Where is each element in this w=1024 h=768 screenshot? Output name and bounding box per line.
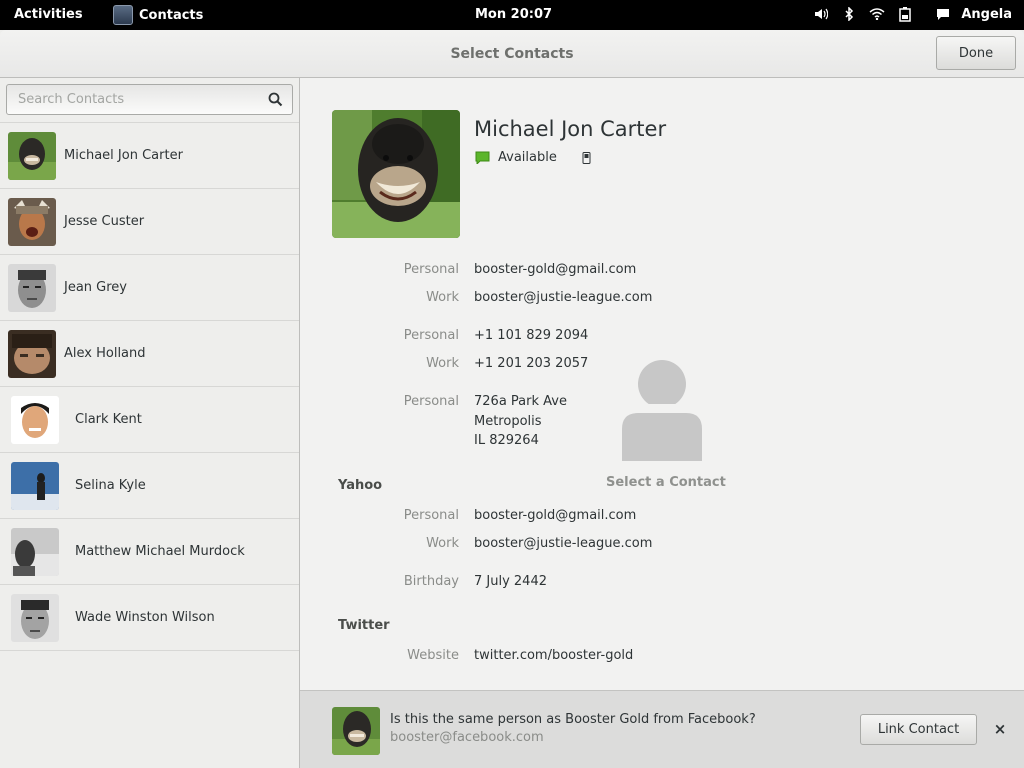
presence-status: Available bbox=[475, 150, 557, 165]
website-label: Website bbox=[407, 648, 459, 663]
link-contact-button[interactable]: Link Contact bbox=[860, 714, 977, 745]
app-menu[interactable]: Contacts bbox=[113, 5, 203, 25]
select-contact-placeholder: Select a Contact bbox=[606, 357, 726, 490]
battery-icon[interactable] bbox=[897, 6, 913, 22]
select-contact-label: Select a Contact bbox=[606, 475, 726, 490]
contact-name: Selina Kyle bbox=[75, 478, 146, 493]
email-label: Work bbox=[426, 536, 459, 551]
search-icon[interactable] bbox=[268, 92, 283, 107]
avatar bbox=[11, 462, 59, 510]
top-bar: Activities Contacts Mon 20:07 Angela bbox=[0, 0, 1024, 30]
list-item-wade-winston-wilson[interactable]: Wade Winston Wilson bbox=[0, 585, 299, 651]
close-icon[interactable]: × bbox=[993, 722, 1007, 737]
done-button[interactable]: Done bbox=[936, 36, 1016, 70]
bluetooth-icon[interactable] bbox=[841, 6, 857, 22]
activities-button[interactable]: Activities bbox=[14, 7, 83, 22]
chat-icon bbox=[935, 6, 951, 22]
avatar bbox=[8, 330, 56, 378]
contacts-sidebar: Michael Jon Carter Jesse Custer Jean Gre… bbox=[0, 78, 300, 768]
phone-value[interactable]: +1 201 203 2057 bbox=[474, 354, 588, 374]
contact-name: Matthew Michael Murdock bbox=[75, 544, 245, 559]
contact-name: Jean Grey bbox=[64, 280, 127, 295]
address-value[interactable]: 726a Park Ave Metropolis IL 829264 bbox=[474, 392, 567, 451]
address-line-3: IL 829264 bbox=[474, 433, 539, 448]
twitter-section-heading: Twitter bbox=[338, 618, 390, 633]
list-item-michael-jon-carter[interactable]: Michael Jon Carter bbox=[0, 123, 299, 189]
window-title: Select Contacts bbox=[450, 46, 574, 62]
mobile-phone-icon bbox=[582, 152, 591, 164]
email-label: Personal bbox=[403, 262, 459, 277]
email-value[interactable]: booster@justie-league.com bbox=[474, 288, 652, 308]
address-line-2: Metropolis bbox=[474, 413, 542, 429]
website-link[interactable]: twitter.com/booster-gold bbox=[474, 646, 633, 666]
list-item-clark-kent[interactable]: Clark Kent bbox=[0, 387, 299, 453]
user-menu[interactable]: Angela bbox=[935, 6, 1012, 22]
contact-full-name: Michael Jon Carter bbox=[474, 117, 667, 141]
avatar bbox=[8, 132, 56, 180]
address-line-1: 726a Park Ave bbox=[474, 394, 567, 409]
yahoo-section-heading: Yahoo bbox=[338, 478, 383, 493]
list-item-jean-grey[interactable]: Jean Grey bbox=[0, 255, 299, 321]
contact-list: Michael Jon Carter Jesse Custer Jean Gre… bbox=[0, 122, 299, 651]
avatar bbox=[11, 528, 59, 576]
contact-name: Wade Winston Wilson bbox=[75, 610, 215, 625]
suggested-email: booster@facebook.com bbox=[390, 730, 544, 745]
chat-available-icon bbox=[475, 151, 490, 164]
user-name: Angela bbox=[961, 6, 1012, 22]
contact-name: Alex Holland bbox=[64, 346, 146, 361]
list-item-alex-holland[interactable]: Alex Holland bbox=[0, 321, 299, 387]
system-tray: Angela bbox=[813, 6, 1012, 22]
presence-label: Available bbox=[498, 150, 557, 165]
email-value[interactable]: booster-gold@gmail.com bbox=[474, 260, 636, 280]
contacts-app-icon bbox=[113, 5, 133, 25]
search-box bbox=[6, 84, 293, 115]
phone-value[interactable]: +1 101 829 2094 bbox=[474, 326, 588, 346]
phone-label: Personal bbox=[403, 328, 459, 343]
avatar bbox=[11, 396, 59, 444]
contact-photo[interactable] bbox=[332, 110, 460, 238]
email-label: Work bbox=[426, 290, 459, 305]
suggested-contact-avatar bbox=[332, 707, 380, 755]
avatar bbox=[11, 594, 59, 642]
list-item-selina-kyle[interactable]: Selina Kyle bbox=[0, 453, 299, 519]
birthday-value: 7 July 2442 bbox=[474, 574, 547, 589]
header-bar: Select Contacts Done bbox=[0, 30, 1024, 78]
email-value[interactable]: booster@justie-league.com bbox=[474, 534, 652, 554]
volume-icon[interactable] bbox=[813, 6, 829, 22]
list-item-matthew-michael-murdock[interactable]: Matthew Michael Murdock bbox=[0, 519, 299, 585]
contact-name: Clark Kent bbox=[75, 412, 142, 427]
wifi-icon[interactable] bbox=[869, 6, 885, 22]
email-value[interactable]: booster-gold@gmail.com bbox=[474, 506, 636, 526]
app-name: Contacts bbox=[139, 7, 204, 23]
clock[interactable]: Mon 20:07 bbox=[475, 7, 552, 22]
list-item-jesse-custer[interactable]: Jesse Custer bbox=[0, 189, 299, 255]
link-question: Is this the same person as Booster Gold … bbox=[390, 712, 756, 727]
phone-label: Work bbox=[426, 356, 459, 371]
contact-name: Jesse Custer bbox=[64, 214, 145, 229]
address-label: Personal bbox=[403, 394, 459, 409]
contact-name: Michael Jon Carter bbox=[64, 148, 183, 163]
link-suggestion-bar: Is this the same person as Booster Gold … bbox=[300, 690, 1024, 768]
search-input[interactable] bbox=[7, 85, 257, 114]
email-label: Personal bbox=[403, 508, 459, 523]
avatar bbox=[8, 264, 56, 312]
person-silhouette-icon bbox=[622, 360, 702, 463]
contact-details: Michael Jon Carter Available Personal bo… bbox=[300, 78, 1024, 690]
birthday-label: Birthday bbox=[403, 574, 459, 589]
avatar bbox=[8, 198, 56, 246]
